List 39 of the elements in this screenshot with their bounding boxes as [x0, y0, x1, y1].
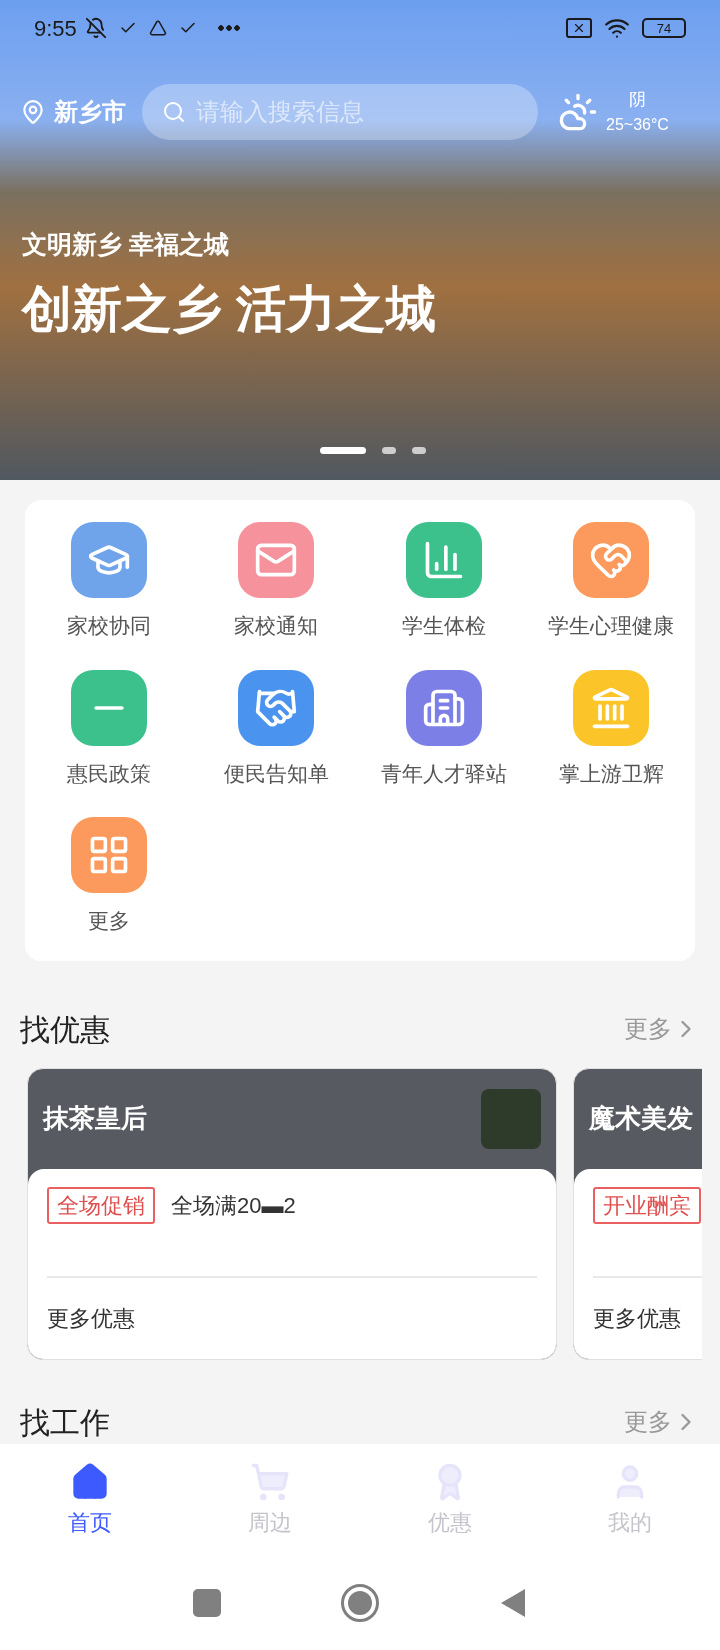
- offer-text: 全场满20▬2: [171, 1192, 296, 1220]
- status-time: 9:55: [34, 14, 77, 43]
- section-title: 找工作: [20, 1404, 111, 1441]
- home-icon: [70, 1461, 110, 1502]
- weather-condition: 阴: [628, 89, 646, 112]
- bell-off-icon: [84, 17, 107, 39]
- deal-card[interactable]: 魔术美发 开业酬宾 更多优惠: [573, 1067, 702, 1360]
- tab[interactable]: 首页: [0, 1461, 180, 1539]
- service-item[interactable]: 学生心理健康: [527, 522, 695, 642]
- deal-card[interactable]: 抹茶皇后 全场促销 全场满20▬2 更多优惠: [27, 1067, 557, 1360]
- back-button[interactable]: [499, 1587, 527, 1619]
- promo-tag: 开业酬宾: [593, 1187, 701, 1224]
- more-deals-link[interactable]: 更多优惠: [593, 1277, 702, 1359]
- service-item[interactable]: 更多: [25, 817, 193, 937]
- service-item[interactable]: 掌上游卫辉: [527, 669, 695, 789]
- banner-title: 创新之乡 活力之城: [20, 279, 437, 339]
- triangle-icon: [148, 19, 167, 37]
- temperature-range: 25~36°C: [606, 114, 669, 135]
- more-dots-icon: [216, 25, 241, 31]
- battery-icon: 74: [642, 18, 686, 38]
- service-item[interactable]: 惠民政策: [25, 669, 193, 789]
- sim-icon: [566, 18, 592, 38]
- shop-name: 抹茶皇后: [43, 1102, 148, 1135]
- cloud-sun-icon: [558, 92, 598, 132]
- promo-tag: 全场促销: [47, 1187, 155, 1224]
- home-button[interactable]: [341, 1584, 379, 1622]
- recents-button[interactable]: [193, 1589, 221, 1617]
- cart-icon: [250, 1461, 290, 1502]
- more-deals-link[interactable]: 更多优惠: [47, 1277, 537, 1359]
- section-title: 找优惠: [20, 1011, 111, 1048]
- service-item[interactable]: 青年人才驿站: [360, 669, 528, 789]
- search-icon: [162, 100, 186, 124]
- service-item[interactable]: 便民告知单: [192, 669, 360, 789]
- service-item[interactable]: 学生体检: [360, 522, 528, 642]
- location-pin-icon: [20, 99, 46, 125]
- banner-subtitle: 文明新乡 幸福之城: [21, 229, 230, 260]
- service-item[interactable]: 家校协同: [25, 522, 193, 642]
- shop-name: 魔术美发: [589, 1102, 694, 1135]
- service-item[interactable]: 家校通知: [192, 522, 360, 642]
